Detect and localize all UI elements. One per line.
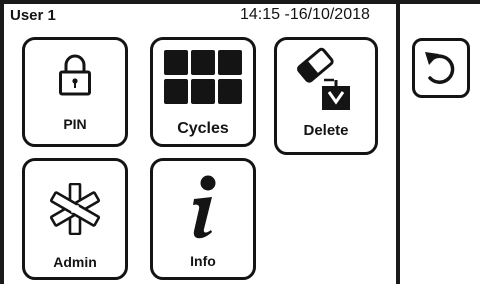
delete-button[interactable]: Delete — [274, 37, 378, 155]
cycles-label: Cycles — [177, 120, 229, 137]
current-user: User 1 — [10, 7, 56, 24]
frame-top-border — [0, 0, 480, 4]
delete-label: Delete — [303, 122, 349, 139]
frame-left-border — [0, 0, 4, 284]
date-time: 14:15 -16/10/2018 — [240, 6, 370, 23]
pin-label: PIN — [63, 116, 87, 132]
info-label: Info — [190, 253, 216, 269]
info-icon — [193, 175, 216, 239]
grid-icon — [164, 50, 242, 104]
padlock-icon — [59, 54, 91, 96]
admin-label: Admin — [53, 254, 97, 270]
info-button[interactable]: Info — [150, 158, 256, 280]
main-screen: User 1 14:15 -16/10/2018 PIN Cycles Dele… — [0, 0, 480, 284]
admin-button[interactable]: Admin — [22, 158, 128, 280]
pin-button[interactable]: PIN — [22, 37, 128, 147]
asterisk-icon — [49, 183, 101, 235]
eraser-icon — [297, 47, 350, 110]
back-button[interactable] — [412, 38, 470, 98]
back-arrow-icon — [425, 52, 455, 84]
panel-divider — [396, 0, 400, 284]
cycles-button[interactable]: Cycles — [150, 37, 256, 147]
